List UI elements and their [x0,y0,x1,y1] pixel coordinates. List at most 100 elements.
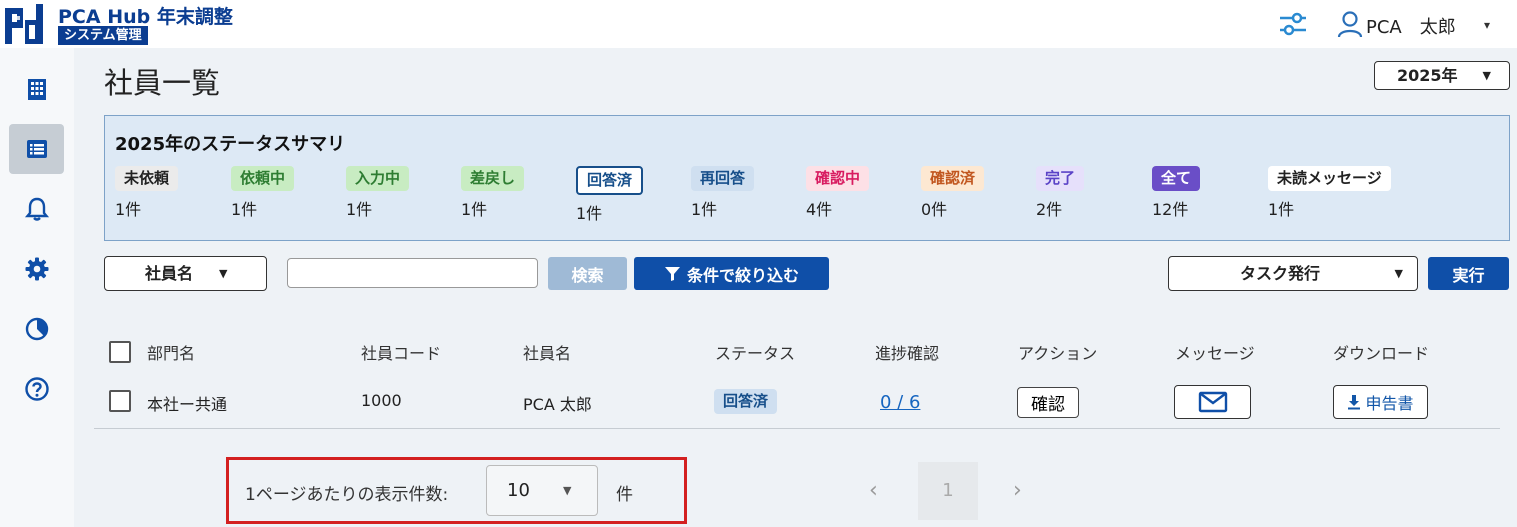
column-header-download: ダウンロード [1333,344,1430,363]
confirm-button[interactable]: 確認 [1017,387,1079,418]
status-badge[interactable]: 回答済 [576,166,644,195]
stat-count: 12件 [1152,200,1189,219]
task-select-value: タスク発行 [1239,264,1320,283]
stat-count: 4件 [806,200,833,219]
sidebar-item-help[interactable] [9,364,64,414]
search-field-value: 社員名 [145,264,194,283]
summary-title: 2025年のステータスサマリ [115,134,346,155]
stat-requesting[interactable]: 依頼中 1件 [231,166,295,220]
mail-icon [1198,391,1227,413]
cell-status: 回答済 [714,389,778,414]
filter-button-label: 条件で絞り込む [686,265,799,285]
status-badge[interactable]: 未読メッセージ [1268,166,1391,191]
page-title: 社員一覧 [104,66,221,100]
sidebar-item-notifications[interactable] [9,184,64,234]
stat-count: 2件 [1036,200,1063,219]
status-badge[interactable]: 確認中 [806,166,870,191]
sidebar-item-settings[interactable] [9,244,64,294]
cell-department: 本社ー共通 [147,395,228,414]
status-summary: 2025年のステータスサマリ 未依頼 1件 依頼中 1件 入力中 1件 差戻し … [104,115,1510,241]
sidebar-item-reports[interactable] [9,304,64,354]
chevron-down-icon: ▼ [1482,69,1491,82]
brand-title: PCA Hub 年末調整 [58,6,233,28]
page-number-button[interactable]: 1 [918,462,978,520]
stat-reanswered[interactable]: 再回答 1件 [691,166,755,220]
user-menu-caret-icon[interactable]: ▾ [1484,18,1490,32]
download-button-label: 申告書 [1365,394,1414,413]
cell-name: PCA 太郎 [523,395,592,414]
message-button[interactable] [1174,385,1251,419]
search-button[interactable]: 検索 [548,257,627,290]
stat-returned[interactable]: 差戻し 1件 [461,166,525,220]
status-badge[interactable]: 依頼中 [231,166,295,191]
execute-button[interactable]: 実行 [1428,257,1509,290]
chevron-down-icon: ▼ [563,484,572,497]
user-name[interactable]: PCA 太郎 [1366,13,1456,39]
chevron-right-icon[interactable]: › [1013,478,1022,503]
column-header-action: アクション [1018,344,1098,363]
status-badge[interactable]: 入力中 [346,166,410,191]
status-badge[interactable]: 再回答 [691,166,755,191]
row-divider [94,428,1500,429]
column-header-status[interactable]: ステータス [715,340,795,364]
filter-icon [664,267,680,281]
download-button[interactable]: 申告書 [1333,385,1428,419]
status-badge[interactable]: 未依頼 [115,166,179,191]
chevron-down-icon: ▼ [1394,267,1403,280]
chevron-down-icon: ▼ [219,267,228,280]
stat-all[interactable]: 全て 12件 [1152,166,1201,220]
search-field-select[interactable]: 社員名 ▼ [104,256,267,291]
status-badge[interactable]: 全て [1152,166,1201,191]
per-page-label: 1ページあたりの表示件数: [245,485,449,505]
sliders-icon[interactable] [1278,10,1308,38]
column-header-department[interactable]: 部門名 [147,340,195,364]
stat-unrequested[interactable]: 未依頼 1件 [115,166,179,220]
status-badge[interactable]: 完了 [1036,166,1085,191]
download-icon [1348,395,1361,410]
year-select-value: 2025年 [1397,66,1458,85]
brand-subtitle: システム管理 [58,26,148,45]
per-page-unit: 件 [616,485,633,505]
column-header-name[interactable]: 社員名 [523,340,571,364]
gear-icon [25,257,48,281]
stat-unread-messages[interactable]: 未読メッセージ 1件 [1268,166,1391,220]
stat-count: 1件 [346,200,373,219]
chevron-left-icon[interactable]: ‹ [869,478,878,503]
sidebar-item-company[interactable] [9,64,64,114]
list-icon [26,140,47,158]
search-input[interactable] [287,258,538,288]
column-header-progress[interactable]: 進捗確認 [875,340,939,364]
stat-count: 1件 [231,200,258,219]
column-header-message: メッセージ [1175,344,1255,363]
stat-count: 0件 [921,200,948,219]
stat-count: 1件 [1268,200,1295,219]
stat-completed[interactable]: 完了 2件 [1036,166,1085,220]
row-checkbox[interactable] [109,390,131,412]
stat-confirming[interactable]: 確認中 4件 [806,166,870,220]
help-icon [24,377,49,401]
task-select[interactable]: タスク発行 ▼ [1168,256,1418,291]
year-select[interactable]: 2025年 ▼ [1374,61,1510,90]
stat-count: 1件 [115,200,142,219]
stat-confirmed[interactable]: 確認済 0件 [921,166,985,220]
app-header: PCA Hub 年末調整 システム管理 PCA 太郎 ▾ [0,0,1517,48]
sidebar [0,48,74,527]
stat-count: 1件 [461,200,488,219]
select-all-checkbox[interactable] [109,341,131,363]
sidebar-item-employee-list[interactable] [9,124,64,174]
stat-inputting[interactable]: 入力中 1件 [346,166,410,220]
stat-count: 1件 [691,200,718,219]
stat-answered[interactable]: 回答済 1件 [576,166,644,224]
user-icon[interactable] [1337,10,1363,38]
filter-button[interactable]: 条件で絞り込む [634,257,829,290]
column-header-code[interactable]: 社員コード [361,340,441,364]
stat-count: 1件 [576,204,603,223]
per-page-select[interactable]: 10 ▼ [486,465,598,516]
building-icon [27,79,46,100]
pie-chart-icon [25,317,48,341]
status-badge: 回答済 [714,389,778,414]
cell-code: 1000 [361,391,402,410]
status-badge[interactable]: 差戻し [461,166,525,191]
progress-link[interactable]: 0 / 6 [880,392,920,413]
status-badge[interactable]: 確認済 [921,166,985,191]
